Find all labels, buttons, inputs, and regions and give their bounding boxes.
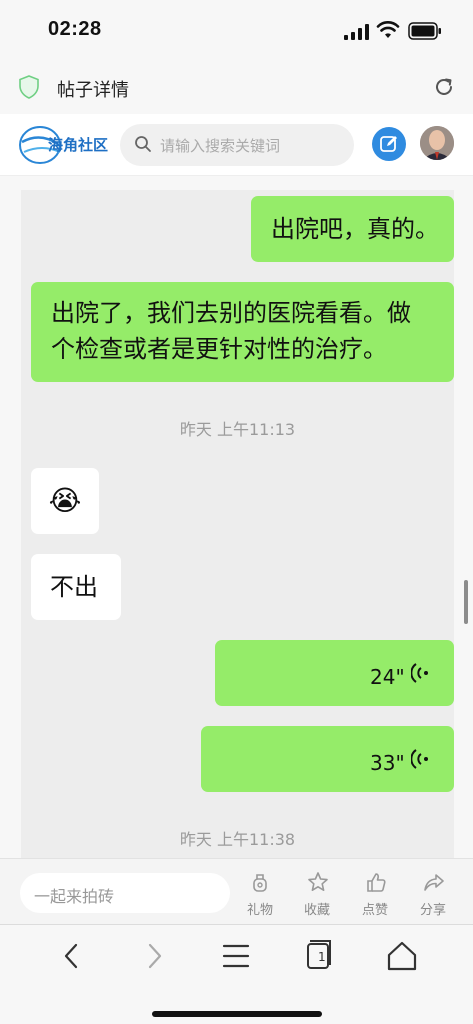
- chat-bubble-left: 😭: [31, 468, 99, 534]
- voice-duration: 33": [370, 751, 405, 775]
- voice-message[interactable]: 24": [215, 640, 454, 706]
- title-bar: 帖子详情: [0, 62, 473, 114]
- gift-icon: [253, 874, 267, 892]
- chat-timestamp: 昨天 上午11:13: [179, 420, 296, 439]
- shield-icon: [19, 75, 39, 99]
- voice-duration: 24": [370, 665, 405, 689]
- comment-placeholder: 一起来拍砖: [34, 887, 115, 906]
- favorite-button[interactable]: 收藏: [292, 869, 342, 919]
- back-button[interactable]: [50, 939, 94, 973]
- share-label: 分享: [419, 903, 446, 918]
- message-text-line: 出院了，我们去别的医院看看。做: [51, 299, 411, 327]
- like-label: 点赞: [361, 903, 388, 918]
- site-logo[interactable]: 海角社区: [18, 122, 118, 168]
- voice-wave-icon: [411, 749, 428, 769]
- chat-bubble-right: 出院吧，真的。: [251, 196, 454, 262]
- logo-text: 海角社区: [48, 136, 109, 154]
- share-button[interactable]: 分享: [408, 869, 458, 919]
- star-icon: [308, 872, 328, 891]
- chat-screenshot: 出院吧，真的。 出院了，我们去别的医院看看。做 个检查或者是更针对性的治疗。 昨…: [21, 190, 454, 858]
- status-bar: 02:28: [0, 0, 473, 62]
- status-time: 02:28: [48, 18, 102, 40]
- home-button[interactable]: [380, 939, 424, 973]
- page-scrollbar[interactable]: [464, 580, 468, 624]
- comment-bar: 一起来拍砖 礼物 收藏 点赞 分享: [0, 858, 473, 924]
- thumbs-up-icon: [367, 873, 386, 892]
- comment-input[interactable]: 一起来拍砖: [20, 873, 230, 913]
- message-text: 不出: [50, 573, 98, 601]
- chat-bubble-right: 出院了，我们去别的医院看看。做 个检查或者是更针对性的治疗。: [31, 282, 454, 382]
- tab-count: 1: [318, 950, 326, 964]
- menu-button[interactable]: [214, 939, 258, 973]
- voice-message[interactable]: 33": [201, 726, 454, 792]
- avatar[interactable]: [420, 126, 454, 160]
- share-icon: [424, 874, 444, 891]
- tabs-button[interactable]: 1: [296, 939, 340, 973]
- home-indicator: [152, 1011, 322, 1017]
- chat-timestamp: 昨天 上午11:38: [179, 830, 296, 849]
- browser-toolbar: 1: [0, 924, 473, 1024]
- search-icon: [135, 136, 151, 152]
- edit-icon: [380, 136, 397, 152]
- wifi-icon: [376, 21, 400, 38]
- voice-wave-icon: [411, 663, 428, 683]
- site-header: 海角社区 请输入搜索关键词: [0, 114, 473, 176]
- search-placeholder: 请输入搜索关键词: [160, 137, 281, 155]
- gift-button[interactable]: 礼物: [235, 869, 285, 919]
- battery-icon: [408, 22, 441, 40]
- favorite-label: 收藏: [303, 903, 330, 918]
- forward-button[interactable]: [132, 939, 176, 973]
- page-title: 帖子详情: [57, 80, 129, 101]
- gift-label: 礼物: [246, 903, 273, 918]
- cellular-signal-icon: [344, 24, 369, 40]
- chat-bubble-left: 不出: [31, 554, 121, 620]
- crying-emoji: 😭: [48, 484, 82, 517]
- like-button[interactable]: 点赞: [350, 869, 400, 919]
- compose-button[interactable]: [372, 127, 406, 161]
- refresh-icon[interactable]: [432, 75, 456, 99]
- search-input[interactable]: 请输入搜索关键词: [120, 124, 354, 166]
- message-text-line: 个检查或者是更针对性的治疗。: [51, 335, 387, 363]
- message-text: 出院吧，真的。: [271, 215, 439, 243]
